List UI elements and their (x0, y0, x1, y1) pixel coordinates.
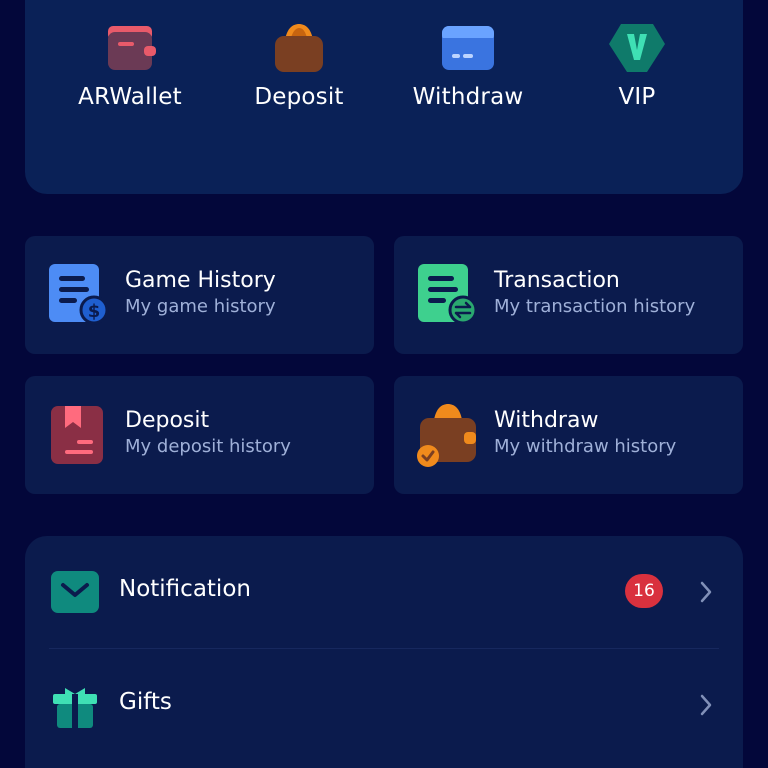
deposit-history-subtitle: My deposit history (125, 436, 291, 457)
deposit-history-icon (47, 402, 111, 468)
deposit-history-title: Deposit (125, 408, 210, 433)
chevron-right-icon (697, 691, 715, 719)
transaction-icon (416, 262, 480, 328)
card-icon (438, 20, 498, 76)
chevron-right-icon (697, 578, 715, 606)
mail-icon (49, 569, 101, 617)
withdraw-history-title: Withdraw (494, 408, 599, 433)
game-history-subtitle: My game history (125, 296, 276, 317)
withdraw-label: Withdraw (412, 84, 524, 110)
deposit-history-card[interactable]: Deposit My deposit history (25, 376, 374, 494)
transaction-title: Transaction (494, 268, 620, 293)
transaction-subtitle: My transaction history (494, 296, 696, 317)
deposit-label: Deposit (254, 84, 344, 110)
game-history-card[interactable]: $ Game History My game history (25, 236, 374, 354)
gift-icon (49, 682, 101, 730)
game-history-icon: $ (47, 262, 111, 328)
gifts-label: Gifts (119, 689, 172, 715)
vip-badge-icon (607, 20, 667, 76)
gifts-row[interactable]: Gifts (25, 649, 743, 761)
notification-label: Notification (119, 576, 251, 602)
deposit-purse-icon (269, 20, 329, 76)
menu-list-card: Notification 16 Gifts (25, 536, 743, 768)
vip-label: VIP (618, 84, 656, 110)
withdraw-history-subtitle: My withdraw history (494, 436, 677, 457)
wallet-icon (100, 20, 160, 76)
withdraw-history-card[interactable]: Withdraw My withdraw history (394, 376, 743, 494)
arwallet-label: ARWallet (78, 84, 182, 110)
notification-row[interactable]: Notification 16 (25, 536, 743, 649)
arwallet-button[interactable]: ARWallet (45, 20, 215, 130)
notification-count-badge: 16 (625, 574, 663, 608)
transaction-card[interactable]: Transaction My transaction history (394, 236, 743, 354)
game-history-title: Game History (125, 268, 276, 293)
withdraw-button[interactable]: Withdraw (383, 20, 553, 130)
withdraw-history-icon (416, 402, 480, 468)
quick-actions-card: ARWallet Deposit Withdraw VIP (25, 0, 743, 194)
deposit-button[interactable]: Deposit (214, 20, 384, 130)
vip-button[interactable]: VIP (552, 20, 722, 130)
svg-text:$: $ (88, 301, 101, 322)
